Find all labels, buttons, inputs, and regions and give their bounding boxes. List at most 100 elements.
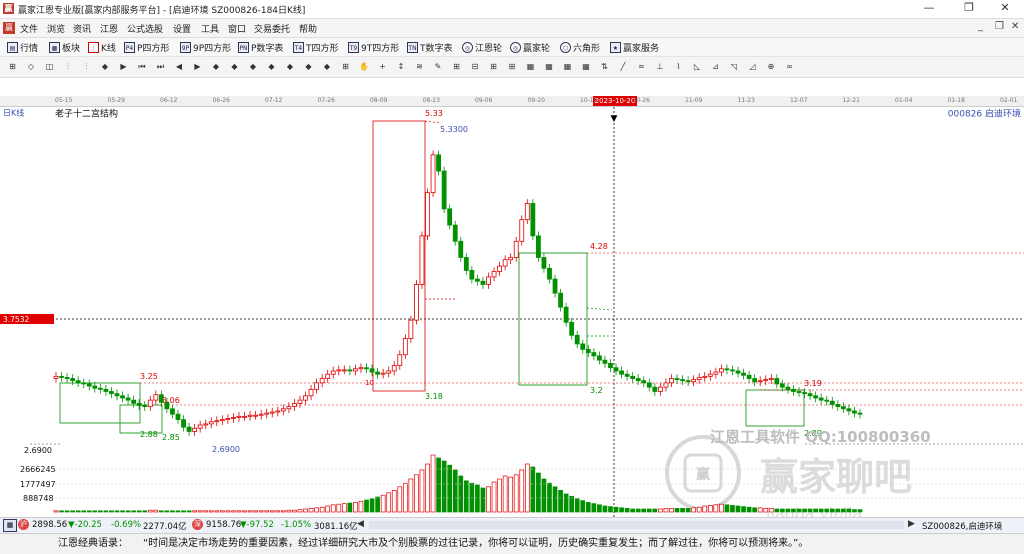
drawing-tool-19[interactable]: ✋ <box>358 60 371 73</box>
drawing-tool-34[interactable]: ≈ <box>635 60 648 73</box>
candle <box>829 400 835 405</box>
toolbar-quote[interactable]: ▤ 行情 <box>7 41 38 54</box>
volume-bar <box>597 504 602 513</box>
scroll-right-icon[interactable]: ▶ <box>908 519 915 529</box>
drawing-tool-27[interactable]: ⊞ <box>506 60 519 73</box>
candle <box>452 224 458 242</box>
toolbar-9t-square[interactable]: T9 9T四方形 <box>348 41 399 54</box>
horizontal-scrollbar[interactable] <box>369 521 904 529</box>
drawing-tool-33[interactable]: ╱ <box>617 60 630 73</box>
drawing-tool-24[interactable]: ⊞ <box>450 60 463 73</box>
title-bar: 赢 赢家江恩专业版[赢家内部服务平台] - [启迪环境 SZ000826-184… <box>0 0 1024 19</box>
menu-tools[interactable]: 工具 <box>201 22 219 35</box>
scroll-left-icon[interactable]: ◀ <box>357 519 364 529</box>
drawing-tool-0[interactable]: ⊞ <box>6 60 19 73</box>
toolbar-sector[interactable]: ▦ 板块 <box>49 41 80 54</box>
toolbar-9p-square[interactable]: 9P 9P四方形 <box>180 41 231 54</box>
drawing-tool-8[interactable]: ⏭ <box>154 60 167 73</box>
drawing-tool-30[interactable]: ▦ <box>561 60 574 73</box>
drawing-tool-16[interactable]: ◆ <box>302 60 315 73</box>
menu-help[interactable]: 帮助 <box>299 22 317 35</box>
drawing-tool-20[interactable]: + <box>376 60 389 73</box>
volume-bar <box>658 508 663 513</box>
sz-badge: 深 <box>192 519 203 530</box>
close-button[interactable]: ✕ <box>986 0 1024 18</box>
drawing-tool-29[interactable]: ▦ <box>543 60 556 73</box>
drawing-tool-10[interactable]: ▶ <box>191 60 204 73</box>
candle <box>735 370 741 374</box>
mdi-restore-button[interactable]: ❐ <box>995 21 1004 32</box>
drawing-tool-4[interactable]: ⫶ <box>80 60 93 73</box>
menu-news[interactable]: 资讯 <box>73 22 91 35</box>
toolbar-hexagon[interactable]: ⬡ 六角形 <box>560 41 600 54</box>
candle <box>574 334 580 345</box>
maximize-button[interactable]: ❐ <box>950 0 988 18</box>
candle <box>214 420 220 423</box>
menu-formula[interactable]: 公式选股 <box>127 22 163 35</box>
drawing-tool-12[interactable]: ◆ <box>228 60 241 73</box>
candle <box>147 399 153 408</box>
mdi-minimize-button[interactable]: _ <box>978 21 983 32</box>
menu-window[interactable]: 窗口 <box>228 22 246 35</box>
mdi-close-button[interactable]: ✕ <box>1011 21 1019 32</box>
grid-icon[interactable]: ▦ <box>3 519 17 532</box>
drawing-tool-15[interactable]: ◆ <box>284 60 297 73</box>
drawing-tool-32[interactable]: ⇅ <box>598 60 611 73</box>
drawing-tool-9[interactable]: ◀ <box>173 60 186 73</box>
drawing-tool-17[interactable]: ◆ <box>321 60 334 73</box>
candle <box>436 154 441 172</box>
menu-trade[interactable]: 交易委托 <box>254 22 290 35</box>
toolbar-p-table[interactable]: PN P数字表 <box>238 41 283 54</box>
drawing-tool-26[interactable]: ⊞ <box>487 60 500 73</box>
drawing-tool-41[interactable]: ⊕ <box>765 60 778 73</box>
menu-file[interactable]: 文件 <box>20 22 38 35</box>
menu-settings[interactable]: 设置 <box>173 22 191 35</box>
kline-chart[interactable]: 赢 赢家聊吧 liaoba.yinjia 日K线 老子十二宫结构 000826 … <box>0 107 1024 517</box>
drawing-tool-18[interactable]: ⊞ <box>339 60 352 73</box>
drawing-tool-14[interactable]: ◆ <box>265 60 278 73</box>
drawing-tool-39[interactable]: ◹ <box>728 60 741 73</box>
drawing-tool-23[interactable]: ✎ <box>432 60 445 73</box>
volume-bar <box>380 494 386 513</box>
volume-bar <box>608 506 613 513</box>
drawing-tool-13[interactable]: ◆ <box>247 60 260 73</box>
volume-bar <box>841 508 846 513</box>
volume-bar <box>280 510 286 513</box>
candle <box>120 395 125 399</box>
candle <box>596 355 602 361</box>
volume-bar <box>735 505 741 513</box>
drawing-tool-35[interactable]: ⊥ <box>654 60 667 73</box>
drawing-tool-37[interactable]: ◺ <box>691 60 704 73</box>
volume-bar <box>818 508 824 513</box>
toolbar-gann-wheel[interactable]: ◎ 江恩轮 <box>462 41 502 54</box>
drawing-tool-5[interactable]: ◆ <box>99 60 112 73</box>
volume-bar <box>763 508 769 513</box>
candle <box>269 411 275 414</box>
drawing-tool-25[interactable]: ⊟ <box>469 60 482 73</box>
drawing-tool-21[interactable]: ↕ <box>395 60 408 73</box>
toolbar-t-table[interactable]: TN T数字表 <box>407 41 453 54</box>
drawing-tool-36[interactable]: ⌇ <box>672 60 685 73</box>
drawing-tool-7[interactable]: ⏮ <box>136 60 149 73</box>
toolbar-kline[interactable]: ⫶ K线 <box>88 41 116 54</box>
toolbar-service[interactable]: ★ 赢家服务 <box>610 41 659 54</box>
drawing-tool-2[interactable]: ◫ <box>43 60 56 73</box>
menu-browse[interactable]: 浏览 <box>47 22 65 35</box>
volume-bar <box>463 480 469 513</box>
drawing-tool-31[interactable]: ▦ <box>580 60 593 73</box>
candle <box>624 373 630 377</box>
drawing-tool-42[interactable]: ∞ <box>783 60 796 73</box>
minimize-button[interactable]: — <box>910 0 948 18</box>
toolbar-winner-wheel[interactable]: ◎ 赢家轮 <box>510 41 550 54</box>
menu-gann[interactable]: 江恩 <box>100 22 118 35</box>
drawing-tool-6[interactable]: ▶ <box>117 60 130 73</box>
drawing-tool-38[interactable]: ⊿ <box>709 60 722 73</box>
drawing-tool-28[interactable]: ▦ <box>524 60 537 73</box>
drawing-tool-22[interactable]: ≋ <box>413 60 426 73</box>
drawing-tool-3[interactable]: ⫶ <box>62 60 75 73</box>
toolbar-t-square[interactable]: T4 T四方形 <box>293 41 339 54</box>
drawing-tool-40[interactable]: ◿ <box>746 60 759 73</box>
toolbar-p-square[interactable]: P4 P四方形 <box>124 41 169 54</box>
drawing-tool-1[interactable]: ◇ <box>25 60 38 73</box>
drawing-tool-11[interactable]: ◆ <box>210 60 223 73</box>
